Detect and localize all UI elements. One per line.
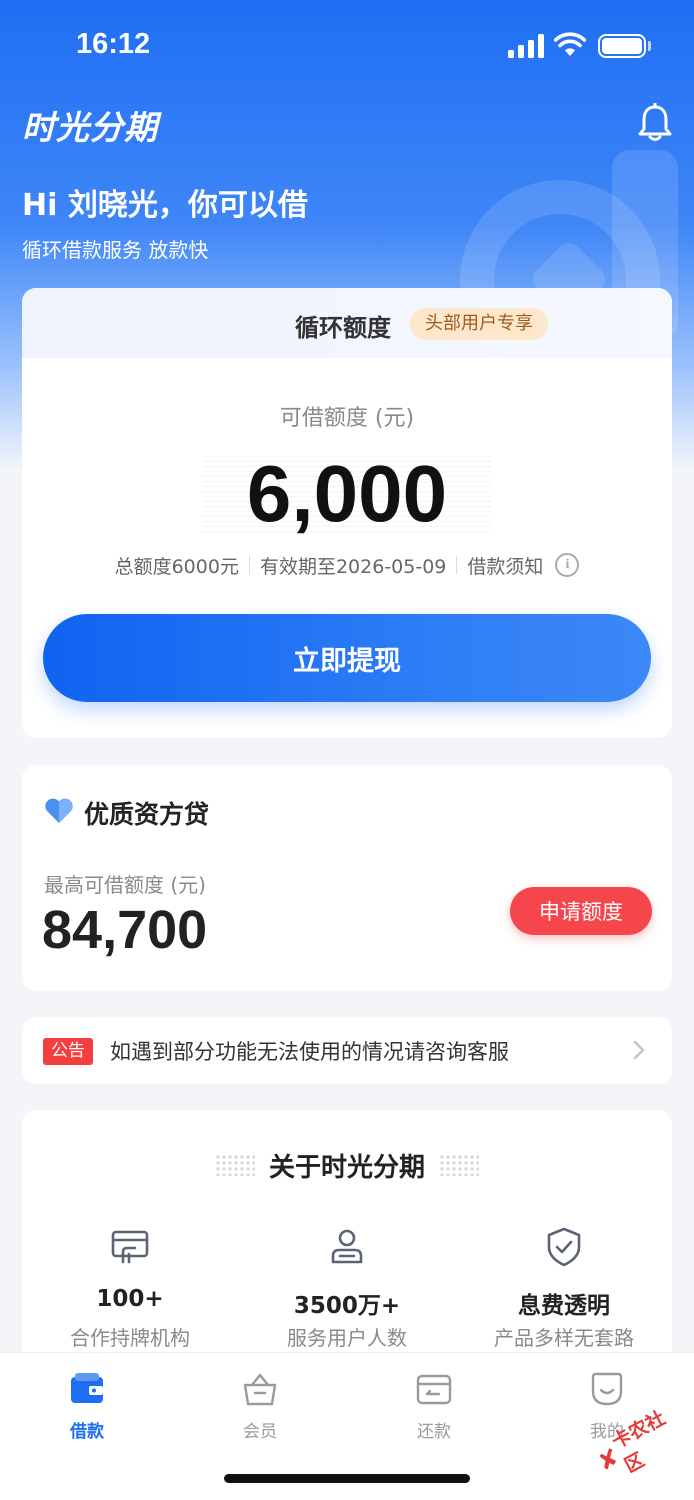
- tab-membership[interactable]: 会员: [200, 1369, 320, 1442]
- stat-desc: 合作持牌机构: [70, 1326, 190, 1350]
- max-credit-amount: 84,700: [42, 900, 208, 960]
- heart-icon: [45, 798, 73, 823]
- stat-value: 息费透明: [518, 1293, 610, 1319]
- total-credit: 总额度6000元: [114, 555, 239, 578]
- brand-logo: 时光分期: [22, 108, 158, 147]
- subtitle: 循环借款服务 放款快: [22, 238, 209, 262]
- stat-desc: 产品多样无套路: [494, 1326, 634, 1350]
- credit-card-title: 循环额度: [295, 314, 391, 342]
- dot-pattern: [214, 1154, 255, 1176]
- status-bar: 16:12: [0, 0, 694, 90]
- revolving-credit-card: 循环额度 头部用户专享 可借额度 (元) 6,000 总额度6000元 有效期至…: [22, 288, 672, 738]
- credit-meta-row: 总额度6000元 有效期至2026-05-09 借款须知 i: [22, 550, 672, 580]
- home-indicator: [224, 1474, 470, 1483]
- announcement-bar[interactable]: 公告 如遇到部分功能无法使用的情况请咨询客服: [22, 1017, 672, 1084]
- wallet-icon: [71, 1373, 103, 1403]
- available-credit-label: 可借额度 (元): [279, 406, 415, 431]
- divider: [456, 556, 458, 574]
- status-time: 16:12: [76, 28, 151, 60]
- stat-institutions: 100+ 合作持牌机构: [22, 1226, 238, 1351]
- tab-repayment[interactable]: 还款: [374, 1369, 494, 1442]
- battery-cap: [648, 41, 651, 51]
- stat-value: 100+: [96, 1286, 164, 1312]
- bell-icon[interactable]: [636, 103, 674, 143]
- tab-label: 还款: [417, 1422, 451, 1442]
- greeting: Hi 刘晓光，你可以借: [22, 188, 308, 223]
- stat-value: 3500万+: [293, 1293, 401, 1319]
- validity-date: 有效期至2026-05-09: [259, 555, 447, 578]
- chevron-right-icon: [633, 1040, 645, 1060]
- vip-badge: 头部用户专享: [410, 308, 548, 340]
- user-icon: [331, 1229, 363, 1264]
- credit-card-header: 循环额度 头部用户专享: [22, 288, 672, 358]
- announcement-text: 如遇到部分功能无法使用的情况请咨询客服: [110, 1040, 509, 1064]
- basket-icon: [243, 1373, 277, 1406]
- withdraw-button[interactable]: 立即提现: [43, 614, 651, 702]
- info-icon[interactable]: i: [555, 553, 580, 577]
- available-credit-amount: 6,000: [246, 449, 448, 538]
- tab-label: 借款: [70, 1422, 104, 1442]
- tab-borrow[interactable]: 借款: [27, 1369, 147, 1442]
- smile-icon: [591, 1372, 623, 1406]
- announcement-tag: 公告: [43, 1038, 93, 1065]
- signal-icon: [508, 34, 544, 58]
- loan-title: 优质资方贷: [84, 800, 210, 829]
- premium-loan-card: 优质资方贷 最高可借额度 (元) 84,700 申请额度: [22, 765, 672, 991]
- stat-transparency: 息费透明 产品多样无套路: [456, 1226, 672, 1351]
- divider: [248, 556, 250, 574]
- apply-credit-button[interactable]: 申请额度: [510, 887, 652, 935]
- tab-label: 会员: [243, 1422, 277, 1442]
- shield-check-icon: [547, 1227, 581, 1267]
- stat-users: 3500万+ 服务用户人数: [239, 1226, 455, 1351]
- loan-notice-link[interactable]: 借款须知: [467, 552, 543, 579]
- dot-pattern: [439, 1154, 479, 1176]
- wifi-icon: [554, 32, 586, 56]
- about-title-row: 关于时光分期: [22, 1148, 672, 1183]
- battery-icon: [598, 34, 646, 58]
- card-return-icon: [416, 1374, 452, 1405]
- about-title: 关于时光分期: [268, 1152, 425, 1183]
- max-credit-label: 最高可借额度 (元): [44, 873, 206, 897]
- institution-icon: [111, 1230, 149, 1264]
- stat-desc: 服务用户人数: [287, 1326, 407, 1350]
